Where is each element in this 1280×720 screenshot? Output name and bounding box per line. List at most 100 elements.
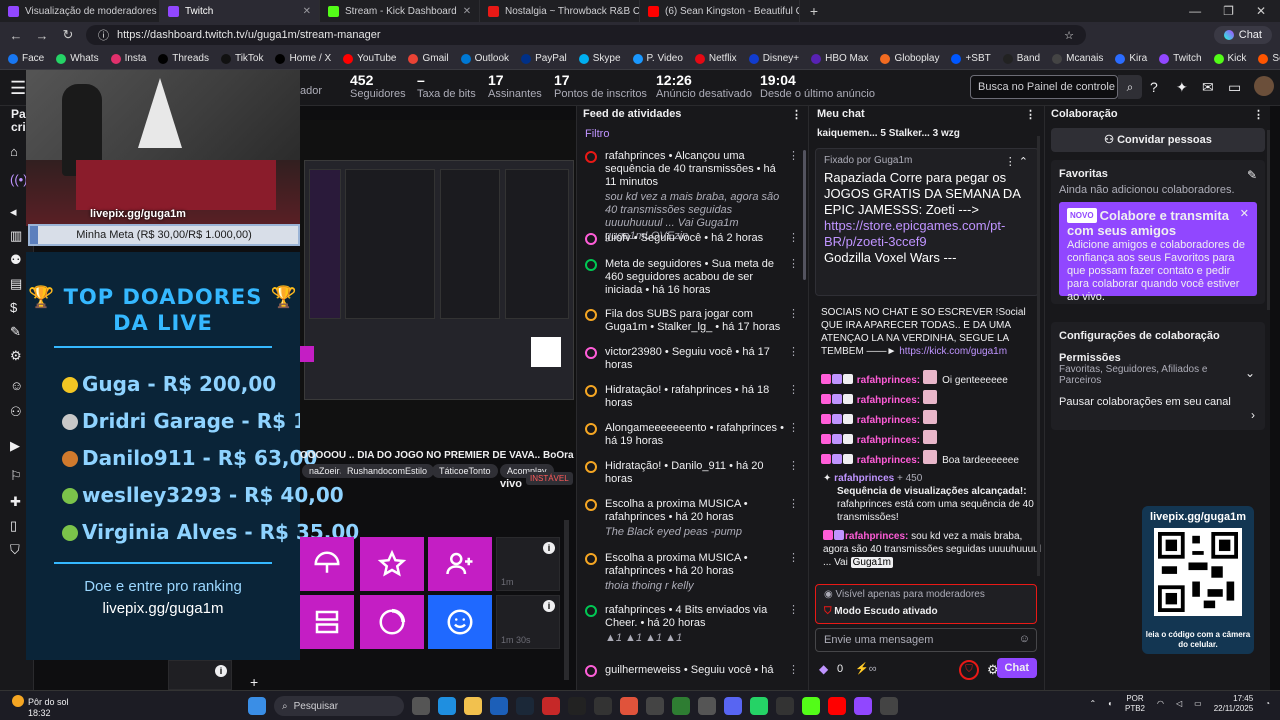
viewer-reward-icon[interactable]: ☺ xyxy=(10,378,23,393)
forward-icon[interactable]: → xyxy=(34,28,50,43)
ad-button[interactable] xyxy=(300,537,354,591)
url-field[interactable]: ⓘ https://dashboard.twitch.tv/u/guga1m/st… xyxy=(86,25,1086,45)
top-gifters[interactable]: kaiquemen... 5 Stalker... 3 wzg xyxy=(817,128,1043,139)
amazon-icon[interactable] xyxy=(568,697,586,715)
stat-followers[interactable]: 452 Seguidores xyxy=(350,73,406,101)
feed-item[interactable]: Meta de seguidores • Sua meta de 460 seg… xyxy=(585,258,799,297)
safety-icon[interactable]: ⚐ xyxy=(10,468,22,484)
empty-slot[interactable]: i 1m xyxy=(496,537,560,591)
app-icon[interactable] xyxy=(880,697,898,715)
chat-input[interactable]: Envie uma mensagem ☺ xyxy=(815,628,1037,652)
bookmark-hbo-max[interactable]: HBO Max xyxy=(811,53,868,64)
bookmark-twitch[interactable]: Twitch xyxy=(1159,53,1202,64)
more-icon[interactable]: ⋮ xyxy=(788,308,799,321)
empty-slot[interactable]: i 1m 30s xyxy=(496,595,560,649)
settings-icon[interactable]: ⚙ xyxy=(10,348,22,364)
feed-item[interactable]: Alongameeeeeeento • rafahprinces • há 19… xyxy=(585,422,799,448)
bookmark-paypal[interactable]: PayPal xyxy=(521,53,567,64)
minimize-icon[interactable]: — xyxy=(1189,4,1201,18)
bookmark--sbt[interactable]: +SBT xyxy=(951,53,991,64)
battery-icon[interactable]: ▭ xyxy=(1194,699,1202,709)
obs-icon[interactable] xyxy=(646,697,664,715)
info-icon[interactable]: i xyxy=(215,665,227,677)
tab-nostalgia[interactable]: Nostalgia ~ Throwback R&B Classics✕ xyxy=(480,0,640,22)
xbox-icon[interactable] xyxy=(672,697,690,715)
hype-icon[interactable]: ⚡∞ xyxy=(855,662,877,675)
more-icon[interactable]: ⋮ xyxy=(788,346,799,359)
language-indicator[interactable]: POR PTB2 xyxy=(1125,694,1145,714)
info-icon[interactable]: i xyxy=(543,542,555,554)
terminal-icon[interactable] xyxy=(776,697,794,715)
more-icon[interactable]: ⋮ xyxy=(788,664,799,677)
scrollbar[interactable] xyxy=(803,150,806,280)
feed-item[interactable]: luiofv • Seguiu você • há 2 horas ⋮ xyxy=(585,232,799,245)
youtube-icon[interactable] xyxy=(828,697,846,715)
app-icon[interactable] xyxy=(698,697,716,715)
add-mod-button[interactable] xyxy=(428,537,492,591)
stream-preview[interactable] xyxy=(300,120,576,450)
content-icon[interactable]: ▤ xyxy=(10,276,22,292)
kick-icon[interactable] xyxy=(802,697,820,715)
stat-last-ad[interactable]: 19:04 Desde o último anúncio xyxy=(760,73,875,101)
more-icon[interactable]: ⋮ xyxy=(788,460,799,473)
chevron-right-icon[interactable]: › xyxy=(1251,408,1255,422)
pinned-link[interactable]: https://store.epicgames.com/pt-BR/p/zoet… xyxy=(824,218,1005,249)
community-icon[interactable]: ⚉ xyxy=(10,252,22,268)
promote-icon[interactable]: ◂ xyxy=(10,204,17,220)
feed-item[interactable]: victor23980 • Seguiu você • há 17 horas ⋮ xyxy=(585,346,799,372)
bits-icon[interactable]: ◆ xyxy=(819,662,828,676)
bookmark-p-video[interactable]: P. Video xyxy=(632,53,683,64)
sparkle-icon[interactable]: ✦ xyxy=(1176,79,1188,96)
stat-sub-points[interactable]: 17 Pontos de inscritos xyxy=(554,73,647,101)
bookmark-youtube[interactable]: YouTube xyxy=(343,53,396,64)
pause-collab-link[interactable]: Pausar colaborações em seu canal xyxy=(1059,396,1257,408)
highlight-button[interactable] xyxy=(360,537,424,591)
learn-icon[interactable]: ▯ xyxy=(10,518,17,534)
pinned-message[interactable]: Fixado por Guga1m ⋮ ⌃ Rapaziada Corre pa… xyxy=(815,148,1039,296)
tab-youtube[interactable]: (6) Sean Kingston - Beautiful Girls✕ xyxy=(640,0,800,22)
bookmark-gmail[interactable]: Gmail xyxy=(408,53,449,64)
empty-slot[interactable]: i xyxy=(168,660,232,690)
filter-button[interactable]: Filtro xyxy=(577,124,808,144)
shield-icon[interactable]: ⛉ xyxy=(10,542,20,558)
start-icon[interactable] xyxy=(248,697,266,715)
bookmark-star-icon[interactable]: ☆ xyxy=(1064,29,1074,42)
inbox-icon[interactable]: ✉ xyxy=(1202,79,1214,96)
bookmark-globoplay[interactable]: Globoplay xyxy=(880,53,939,64)
more-icon[interactable]: ⋮ xyxy=(788,498,799,511)
scrollbar[interactable] xyxy=(564,520,569,680)
bookmark-soundcloud[interactable]: SoundCloud xyxy=(1258,53,1280,64)
store-icon[interactable] xyxy=(490,697,508,715)
home-icon[interactable]: ⌂ xyxy=(10,144,18,159)
feed-item[interactable]: Fila dos SUBS para jogar com Guga1m • St… xyxy=(585,308,799,334)
tray-app-icon[interactable]: ◐ xyxy=(1108,699,1113,709)
brave-icon[interactable] xyxy=(620,697,638,715)
emote-picker-icon[interactable]: ☺ xyxy=(1019,633,1030,645)
chevron-up-icon[interactable]: ⌃ xyxy=(1089,699,1096,709)
poll-button[interactable] xyxy=(360,595,424,649)
close-icon[interactable]: ✕ xyxy=(463,6,471,17)
reload-icon[interactable]: ↻ xyxy=(60,27,76,43)
edit-icon[interactable]: ✎ xyxy=(1247,168,1257,182)
maximize-icon[interactable]: ❐ xyxy=(1223,4,1234,18)
close-icon[interactable]: ✕ xyxy=(303,6,311,17)
scrollbar[interactable] xyxy=(1037,136,1040,576)
bookmark-skype[interactable]: Skype xyxy=(578,53,621,64)
bookmark-whats[interactable]: Whats xyxy=(56,53,99,64)
file-explorer-icon[interactable] xyxy=(464,697,482,715)
add-friend-icon[interactable]: ⚇ xyxy=(10,404,22,420)
twitch-icon[interactable] xyxy=(854,697,872,715)
stat-bits[interactable]: – Taxa de bits xyxy=(417,73,476,101)
back-icon[interactable]: ← xyxy=(8,28,24,43)
tab-moderator-view[interactable]: Visualização de moderadores✕ xyxy=(0,0,160,22)
discord-icon[interactable] xyxy=(724,697,742,715)
feed-item[interactable]: guilhermeweiss • Seguiu você • há ⋮ xyxy=(585,664,799,677)
stat-ads[interactable]: 12:26 Anúncio desativado xyxy=(656,73,752,101)
help-icon[interactable]: ? xyxy=(1150,79,1158,95)
close-icon[interactable]: ✕ xyxy=(1240,208,1249,221)
bookmark-disney-[interactable]: Disney+ xyxy=(748,53,799,64)
creator-tools-icon[interactable]: ✎ xyxy=(10,324,21,340)
bookmark-tiktok[interactable]: TikTok xyxy=(220,53,263,64)
more-icon[interactable]: ⋮ xyxy=(788,384,799,397)
menu-icon[interactable]: ☰ xyxy=(10,78,26,99)
